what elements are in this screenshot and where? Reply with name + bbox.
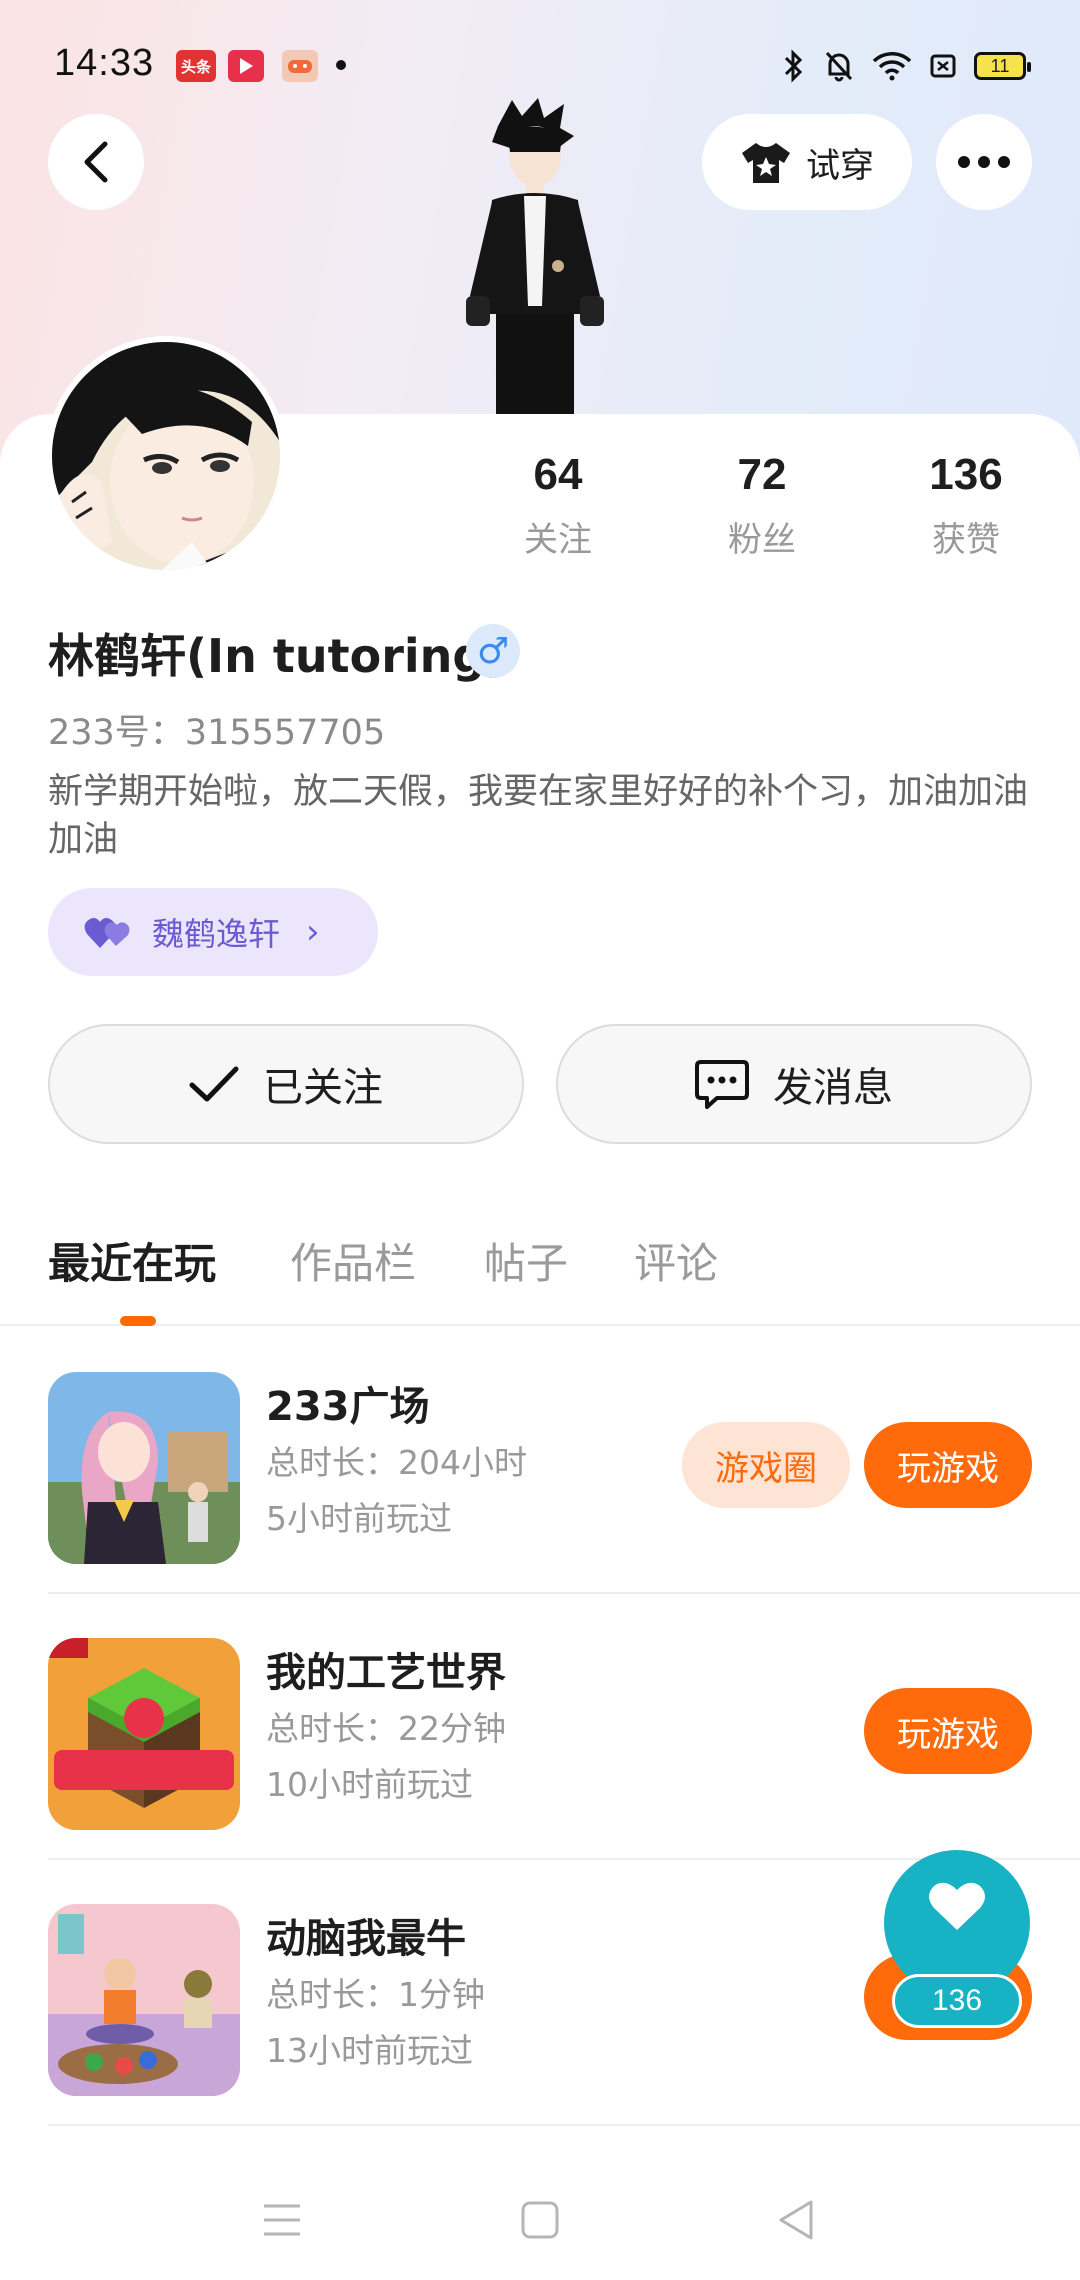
game-last-played: 13小时前玩过 <box>266 2031 473 2070</box>
play-game-button[interactable]: 玩游戏 <box>864 1688 1032 1774</box>
more-button[interactable] <box>936 114 1032 210</box>
game-name: 233广场 <box>266 1384 430 1430</box>
status-time: 14:33 <box>54 42 155 84</box>
stat-fans-value: 72 <box>737 450 787 499</box>
game-last-played: 5小时前玩过 <box>266 1499 452 1538</box>
battery-indicator: 11 <box>974 52 1031 80</box>
video-notification-icon <box>228 50 264 82</box>
system-navigation-bar <box>0 2160 1080 2280</box>
home-square-icon <box>521 2201 559 2239</box>
chat-bubble-icon <box>695 1060 749 1109</box>
menu-button[interactable] <box>252 2190 312 2250</box>
menu-icon <box>264 2204 300 2236</box>
tshirt-icon <box>742 143 790 183</box>
tab-posts[interactable]: 帖子 <box>484 1230 568 1291</box>
chevron-right-icon: › <box>306 912 320 952</box>
back-triangle-icon <box>779 2200 813 2240</box>
game-total-duration: 总时长：204小时 <box>266 1443 527 1482</box>
send-message-button[interactable]: 发消息 <box>556 1024 1032 1144</box>
user-bio: 新学期开始啦，放二天假，我要在家里好好的补个习，加油加油加油 <box>48 772 1029 860</box>
tab-comments[interactable]: 评论 <box>634 1230 718 1291</box>
game-icon-233-plaza[interactable] <box>48 1372 240 1564</box>
game-last-played: 10小时前玩过 <box>266 1765 473 1804</box>
stat-fans[interactable]: 72 粉丝 <box>692 450 832 561</box>
stat-likes-value: 136 <box>929 450 1003 499</box>
back-nav-button[interactable] <box>766 2190 826 2250</box>
stat-likes[interactable]: 136 获赞 <box>896 450 1036 561</box>
relationship-tag-label: 魏鹤逸轩 <box>152 915 281 953</box>
male-gender-icon: ♂ <box>466 624 520 678</box>
profile-tabs: 最近在玩 作品栏 帖子 评论 <box>0 1220 1080 1326</box>
like-count-badge: 136 <box>892 1974 1022 2028</box>
system-icons: 11 <box>782 46 1031 86</box>
home-button[interactable] <box>510 2190 570 2250</box>
stat-following-value: 64 <box>533 450 583 499</box>
character-figure <box>440 96 630 416</box>
followed-button[interactable]: 已关注 <box>48 1024 524 1144</box>
send-message-label: 发消息 <box>773 1065 893 1111</box>
game-row[interactable]: 我的工艺世界 总时长：22分钟 10小时前玩过 玩游戏 <box>48 1594 1080 1860</box>
toutiao-notification-icon: 头条 <box>176 50 216 82</box>
followed-label: 已关注 <box>263 1065 383 1111</box>
game-circle-button[interactable]: 游戏圈 <box>682 1422 850 1508</box>
back-button[interactable] <box>48 114 144 210</box>
game-name: 动脑我最牛 <box>266 1916 466 1962</box>
active-tab-indicator <box>120 1316 156 1326</box>
more-notifications-dot <box>336 60 346 70</box>
relationship-tag[interactable]: 魏鹤逸轩 › <box>48 888 378 976</box>
heart-icon <box>929 1882 985 1930</box>
game-notification-icon <box>282 50 318 82</box>
tryon-button[interactable]: 试穿 <box>702 114 912 210</box>
stat-likes-label: 获赞 <box>932 520 1000 560</box>
avatar[interactable] <box>46 336 286 576</box>
user-id[interactable]: 233号：315557705 <box>48 704 385 755</box>
game-row[interactable]: 233广场 总时长：204小时 5小时前玩过 游戏圈 玩游戏 <box>48 1328 1080 1594</box>
play-game-button[interactable]: 玩游戏 <box>864 1422 1032 1508</box>
wifi-icon <box>872 52 912 81</box>
back-arrow-icon <box>84 141 108 183</box>
stat-following-label: 关注 <box>524 520 592 560</box>
username: 林鹤轩(In tutoring) <box>48 629 507 683</box>
game-name: 我的工艺世界 <box>266 1650 506 1696</box>
check-icon <box>189 1066 239 1102</box>
game-icon-craft-world[interactable] <box>48 1638 240 1830</box>
more-icon <box>958 156 1010 168</box>
tryon-label: 试穿 <box>806 145 874 186</box>
bluetooth-icon <box>784 49 803 83</box>
sim-icon <box>930 54 956 78</box>
mute-bell-icon <box>825 51 853 82</box>
double-heart-icon <box>84 918 130 948</box>
game-total-duration: 总时长：1分钟 <box>266 1975 485 2014</box>
tab-recently-played[interactable]: 最近在玩 <box>48 1230 216 1291</box>
stat-fans-label: 粉丝 <box>728 520 796 560</box>
game-total-duration: 总时长：22分钟 <box>266 1709 506 1748</box>
stat-following[interactable]: 64 关注 <box>488 450 628 561</box>
tab-works[interactable]: 作品栏 <box>290 1230 416 1291</box>
game-icon-brain-puzzle[interactable] <box>48 1904 240 2096</box>
